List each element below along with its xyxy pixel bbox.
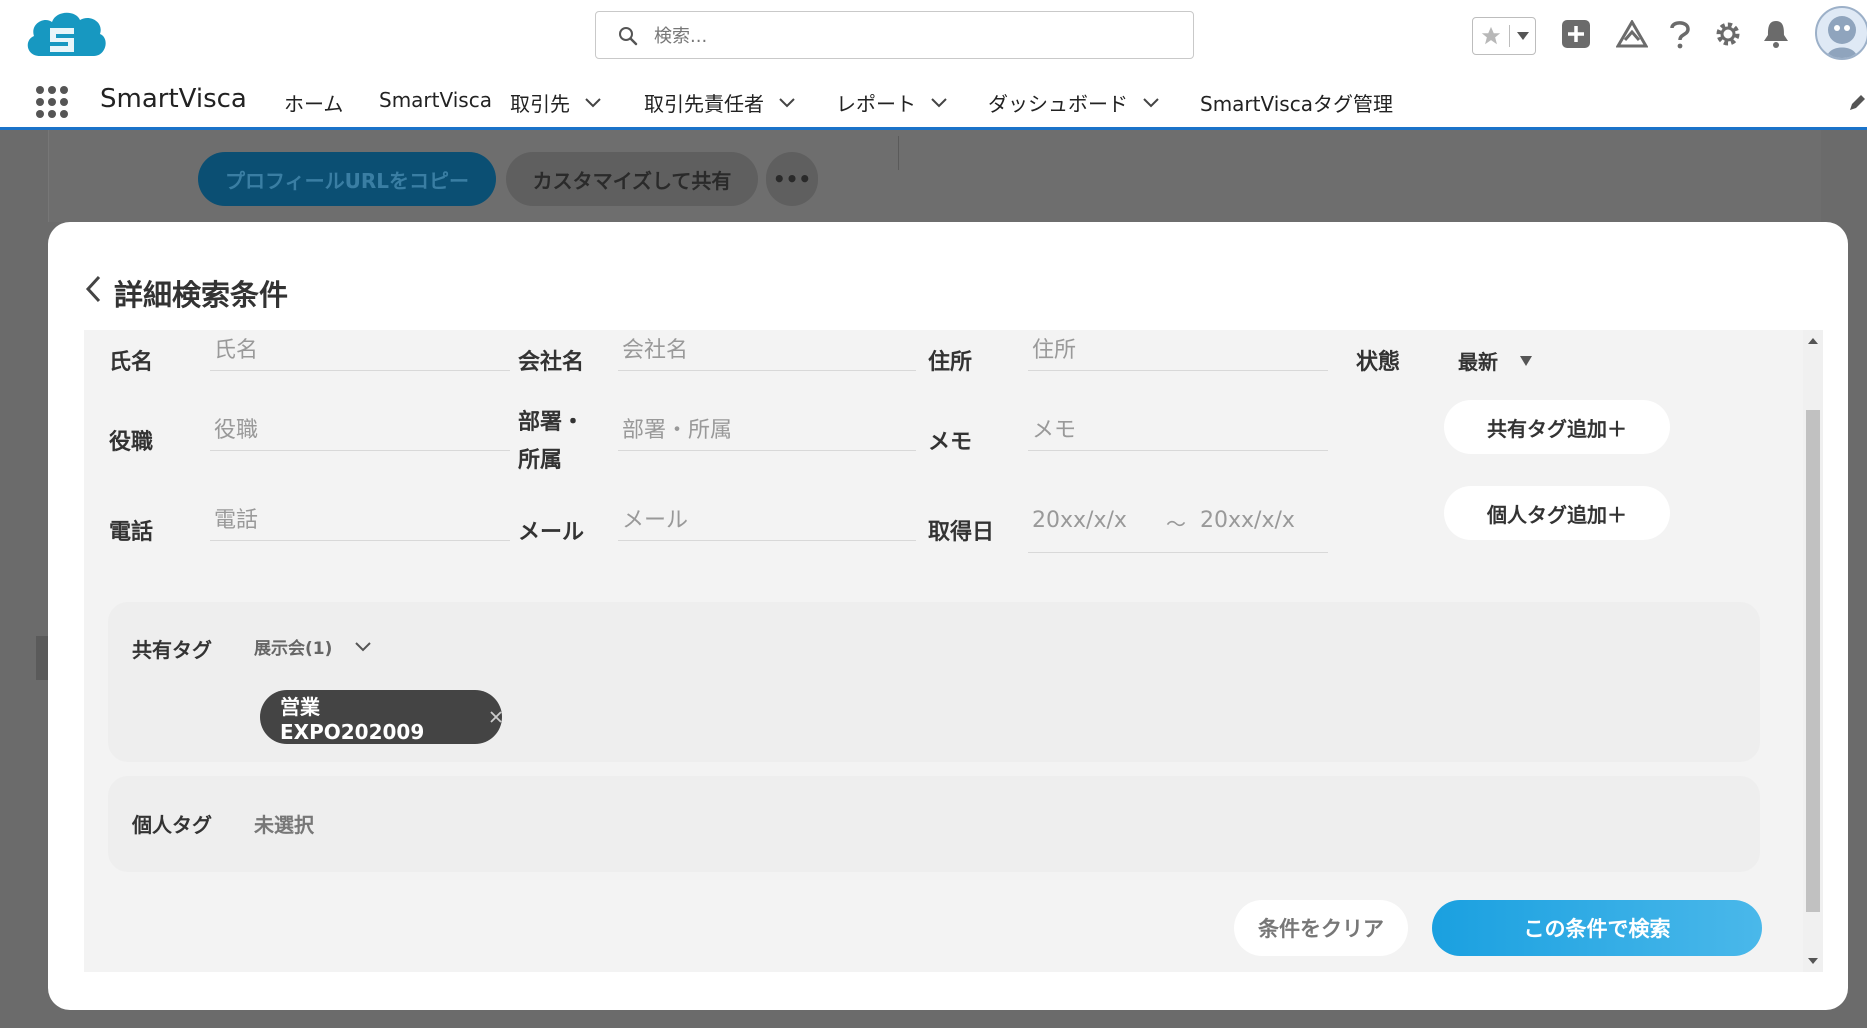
address-field[interactable] — [1028, 330, 1328, 371]
nav-item-smartvisca-tag-management[interactable]: SmartViscaタグ管理 — [1200, 88, 1393, 117]
background-sidebar — [0, 290, 50, 1028]
modal-title: 詳細検索条件 — [114, 278, 289, 312]
chevron-down-icon[interactable] — [1142, 97, 1160, 109]
scrollbar-thumb[interactable] — [1806, 410, 1820, 912]
memo-label: メモ — [928, 430, 973, 455]
clear-conditions-button[interactable]: 条件をクリア — [1234, 900, 1408, 956]
date-range-separator: ～ — [1166, 512, 1186, 536]
department-input[interactable] — [618, 410, 916, 450]
chevron-down-icon[interactable] — [930, 97, 948, 109]
dropdown-triangle-icon[interactable] — [1520, 355, 1532, 366]
search-icon — [619, 27, 638, 46]
chevron-down-icon[interactable] — [354, 641, 372, 653]
personal-tags-section: 個人タグ 未選択 — [108, 776, 1760, 872]
panel-scrollbar[interactable] — [1803, 330, 1823, 972]
search-with-conditions-button[interactable]: この条件で検索 — [1432, 900, 1762, 956]
background-divider — [898, 136, 899, 170]
tag-chip[interactable]: 営業EXPO202009 — [260, 690, 502, 744]
name-input[interactable] — [210, 330, 510, 370]
memo-field[interactable] — [1028, 410, 1328, 451]
name-label: 氏名 — [109, 350, 154, 375]
favorites-control[interactable] — [1472, 17, 1536, 55]
gear-icon[interactable] — [1708, 14, 1748, 54]
customize-share-button[interactable]: カスタマイズして共有 — [506, 152, 758, 206]
global-search[interactable] — [595, 11, 1194, 59]
acquired-to-input[interactable] — [1196, 500, 1326, 540]
add-personal-tag-button[interactable]: 個人タグ追加＋ — [1444, 486, 1670, 540]
state-label: 状態 — [1356, 350, 1401, 375]
more-actions-button[interactable]: ••• — [766, 152, 818, 206]
shared-tags-selector[interactable]: 展示会(1) — [254, 634, 372, 659]
back-chevron-icon[interactable] — [84, 274, 102, 304]
acquired-from-input[interactable] — [1028, 500, 1158, 540]
personal-tags-label: 個人タグ — [132, 813, 212, 837]
email-input[interactable] — [618, 500, 916, 540]
chevron-down-icon[interactable] — [778, 97, 796, 109]
nav-item-accounts[interactable]: 取引先 — [510, 88, 602, 117]
app-navigation-bar: SmartVisca ホーム SmartVisca 取引先 取引先責任者 レポー… — [0, 72, 1867, 130]
remove-tag-icon[interactable] — [490, 711, 502, 723]
notification-bell-icon[interactable] — [1756, 14, 1796, 54]
title-label: 役職 — [109, 430, 154, 455]
app-launcher-icon[interactable] — [36, 86, 68, 118]
trailhead-icon[interactable] — [1612, 14, 1652, 54]
department-field[interactable] — [618, 410, 916, 451]
shared-tags-selection: 展示会(1) — [254, 639, 333, 659]
global-header — [0, 0, 1867, 72]
email-field[interactable] — [618, 500, 916, 541]
nav-item-reports[interactable]: レポート — [836, 88, 948, 117]
app-name: SmartVisca — [100, 84, 247, 114]
phone-label: 電話 — [109, 520, 154, 545]
email-label: メール — [518, 520, 585, 545]
search-conditions-panel: 氏名 会社名 住所 状態 最新 役職 部署・ 所属 メモ — [84, 330, 1810, 972]
user-avatar[interactable] — [1815, 6, 1867, 60]
nav-item-contacts[interactable]: 取引先責任者 — [644, 88, 796, 117]
nav-item-smartvisca[interactable]: SmartVisca — [379, 88, 492, 112]
global-create-icon[interactable] — [1556, 14, 1596, 54]
scroll-down-icon[interactable] — [1808, 956, 1818, 966]
state-select[interactable]: 最新 — [1458, 346, 1532, 375]
state-value: 最新 — [1458, 350, 1498, 374]
add-shared-tag-button[interactable]: 共有タグ追加＋ — [1444, 400, 1670, 454]
edit-nav-icon[interactable] — [1848, 94, 1866, 112]
department-label: 部署・ 所属 — [518, 410, 585, 473]
nav-item-home[interactable]: ホーム — [284, 88, 343, 117]
title-input[interactable] — [210, 410, 510, 450]
copy-profile-url-button[interactable]: プロフィールURLをコピー — [198, 152, 496, 206]
memo-input[interactable] — [1028, 410, 1328, 450]
favorites-dropdown-icon[interactable] — [1510, 32, 1535, 40]
global-search-input[interactable] — [652, 20, 1176, 52]
chevron-down-icon[interactable] — [584, 97, 602, 109]
advanced-search-modal: 詳細検索条件 氏名 会社名 住所 状態 最新 役職 部署・ 所属 — [48, 222, 1848, 1010]
company-input[interactable] — [618, 330, 916, 370]
salesforce-logo[interactable] — [20, 6, 108, 68]
acquired-date-label: 取得日 — [928, 520, 995, 545]
phone-input[interactable] — [210, 500, 510, 540]
shared-tags-label: 共有タグ — [132, 638, 212, 662]
title-field[interactable] — [210, 410, 510, 451]
address-input[interactable] — [1028, 330, 1328, 370]
help-icon[interactable] — [1660, 14, 1700, 54]
shared-tags-section: 共有タグ 展示会(1) 営業EXPO202009 — [108, 602, 1760, 762]
acquired-date-range: ～ — [1028, 500, 1328, 553]
company-field[interactable] — [618, 330, 916, 371]
personal-tags-selection[interactable]: 未選択 — [254, 809, 314, 838]
name-field[interactable] — [210, 330, 510, 371]
star-icon[interactable] — [1473, 25, 1510, 47]
tag-chip-label: 営業EXPO202009 — [280, 694, 425, 744]
company-label: 会社名 — [518, 350, 585, 375]
phone-field[interactable] — [210, 500, 510, 541]
scroll-up-icon[interactable] — [1808, 336, 1818, 346]
address-label: 住所 — [928, 350, 973, 375]
nav-item-dashboards[interactable]: ダッシュボード — [988, 88, 1160, 117]
